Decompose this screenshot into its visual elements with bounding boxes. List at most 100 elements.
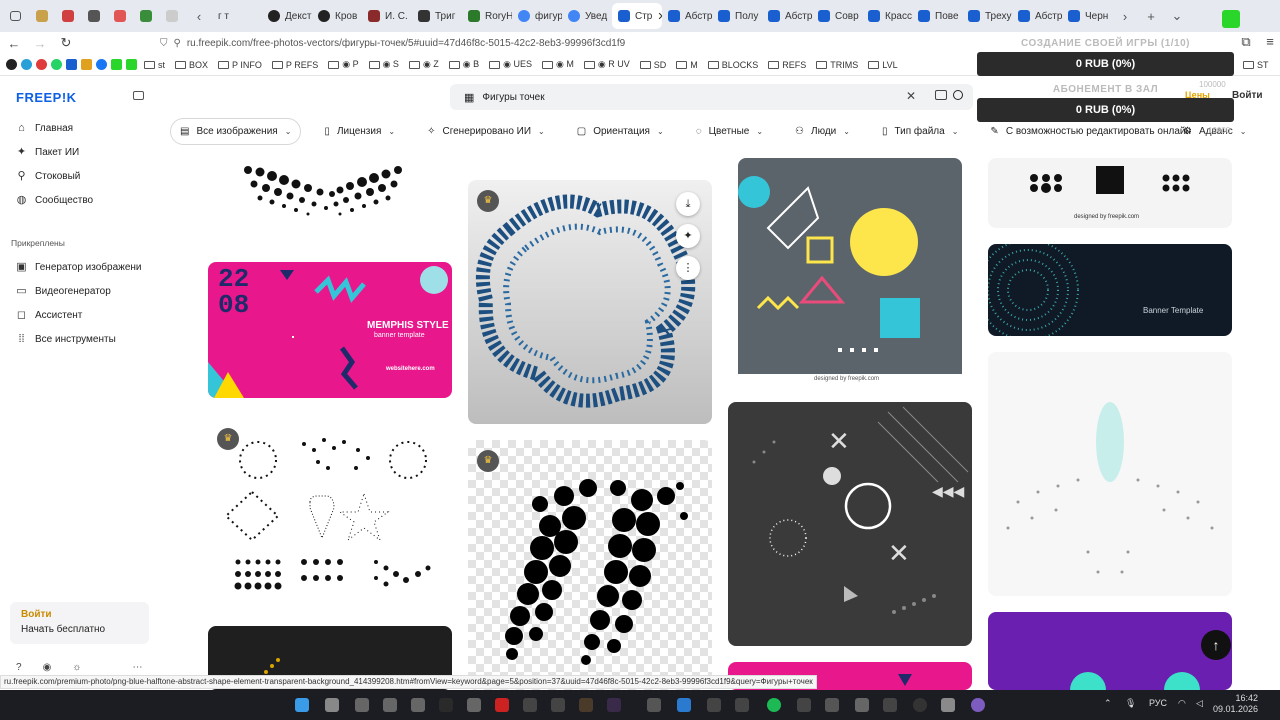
app-icon[interactable] <box>825 698 839 712</box>
image-card-dark-geometric[interactable]: ✕ ✕ ◀◀◀ <box>728 402 972 646</box>
sidebar-toggle-icon[interactable] <box>133 91 144 100</box>
bookmark-icon[interactable] <box>81 59 92 70</box>
tab-13[interactable]: Увед <box>562 3 612 29</box>
image-card-blue-halftone[interactable]: ♛ ⤓ ✦ ⋮ <box>468 180 712 424</box>
scroll-to-top-button[interactable]: ↑ <box>1201 630 1231 660</box>
volume-icon[interactable]: ◁ <box>1196 698 1203 709</box>
tool-assistant[interactable]: ◻ Ассистент <box>16 310 82 322</box>
tab-16[interactable]: Полу <box>712 3 762 29</box>
bookmark-icon[interactable] <box>66 59 77 70</box>
app-icon[interactable] <box>355 698 369 712</box>
filter-orientation[interactable]: ▢ Ориентация ⌄ <box>568 118 673 145</box>
browser-icon[interactable] <box>647 698 661 712</box>
tray-expand-icon[interactable]: ⌃ <box>1104 698 1112 709</box>
freepik-logo[interactable]: FREEP!K <box>16 90 77 105</box>
bookmark-st[interactable]: st <box>141 60 168 70</box>
kick-icon[interactable] <box>126 59 137 70</box>
menu-icon[interactable]: ≡ <box>1258 34 1280 49</box>
tab-list-button[interactable] <box>4 3 30 29</box>
tab-20[interactable]: Пове <box>912 3 962 29</box>
tab-15[interactable]: Абстр <box>662 3 712 29</box>
app-icon[interactable] <box>551 698 565 712</box>
bookmark-sd[interactable]: SD <box>637 60 670 70</box>
image-card-teal-banner[interactable]: Banner Template <box>988 244 1232 336</box>
settings-icon[interactable] <box>941 698 955 712</box>
bookmark-box[interactable]: BOX <box>172 60 211 70</box>
bookmark-icon[interactable] <box>36 59 47 70</box>
mic-tray-icon[interactable]: 🎙 <box>1125 698 1136 709</box>
bookmark-icon[interactable] <box>96 59 107 70</box>
bookmark-p-info[interactable]: P INFO <box>215 60 265 70</box>
spotify-icon[interactable] <box>767 698 781 712</box>
bookmark-z[interactable]: ◉ Z <box>406 59 442 70</box>
more-options-button[interactable]: ⋮ <box>676 256 700 280</box>
filter-license[interactable]: ▯ Лицензия ⌄ <box>315 118 404 145</box>
bookmark-lvl[interactable]: LVL <box>865 60 900 70</box>
tab-19[interactable]: Красс <box>862 3 912 29</box>
nav-ai-suite[interactable]: ✦ Пакет ИИ <box>16 147 79 159</box>
ai-edit-button[interactable]: ✦ <box>676 224 700 248</box>
bookmark-m2[interactable]: M <box>673 60 701 70</box>
image-card-memphis[interactable]: 22 08 MEMPHIS STYLE banner template webs… <box>208 262 452 398</box>
app-icon[interactable] <box>383 698 397 712</box>
forward-button[interactable]: → <box>28 36 52 51</box>
filter-people[interactable]: ⚇ Люди ⌄ <box>786 118 859 145</box>
clock[interactable]: 16:42 09.01.2026 <box>1213 693 1258 715</box>
tab-7[interactable]: Декст <box>262 3 312 29</box>
more-icon[interactable]: ⋯ <box>132 662 142 673</box>
filter-ai-generated[interactable]: ✧ Сгенерировано ИИ ⌄ <box>418 118 554 145</box>
back-button[interactable]: ← <box>2 36 26 51</box>
app-icon[interactable] <box>579 698 593 712</box>
app-icon[interactable] <box>707 698 721 712</box>
app-icon[interactable] <box>439 698 453 712</box>
filter-all-images[interactable]: ▤ Все изображения ⌄ <box>170 118 302 145</box>
tab-6[interactable]: ᴦ т <box>212 3 262 29</box>
app-icon[interactable] <box>855 698 869 712</box>
language-indicator[interactable]: РУС <box>1149 698 1167 708</box>
tab-21[interactable]: Треху <box>962 3 1012 29</box>
start-icon[interactable] <box>295 698 309 712</box>
search-icon[interactable] <box>953 90 963 100</box>
tab-23[interactable]: Черн <box>1062 3 1112 29</box>
tool-image-generator[interactable]: ▣ Генератор изображени <box>16 262 141 274</box>
login-link[interactable]: Войти <box>21 609 138 620</box>
bookmark-r-uv[interactable]: ◉ R UV <box>581 59 633 70</box>
tab-9[interactable]: И. С. <box>362 3 412 29</box>
nav-home[interactable]: ⌂ Главная <box>16 123 73 135</box>
app-icon[interactable] <box>735 698 749 712</box>
filter-color[interactable]: ◌ Цветные ⌄ <box>687 118 772 145</box>
bookmark-ues[interactable]: ◉ UES <box>486 59 535 70</box>
image-card-halftone-squares[interactable]: designed by freepik.com <box>988 158 1232 228</box>
address-bar[interactable]: ⛉ ⚲ ru.freepik.com/free-photos-vectors/ф… <box>160 34 970 52</box>
app-icon[interactable] <box>607 698 621 712</box>
extensions-icon[interactable]: ⧉ <box>1234 34 1258 50</box>
wifi-icon[interactable]: ◠ <box>1178 698 1186 709</box>
tool-all-tools[interactable]: ⁞⁞ Все инструменты <box>16 334 115 346</box>
tab-scroll-left-button[interactable]: ‹ <box>186 9 212 24</box>
image-card-purple-partial[interactable] <box>988 612 1232 690</box>
app-icon[interactable] <box>495 698 509 712</box>
clear-search-icon[interactable]: ✕ <box>906 89 916 103</box>
search-input[interactable]: Фигуры точек <box>482 92 544 103</box>
tab-12[interactable]: фигур <box>512 3 562 29</box>
bookmark-trims[interactable]: TRIMS <box>813 60 861 70</box>
tab-1[interactable] <box>56 3 82 29</box>
tab-22[interactable]: Абстр <box>1012 3 1062 29</box>
start-free-link[interactable]: Начать бесплатно <box>21 624 138 635</box>
obs-icon[interactable] <box>913 698 927 712</box>
tab-3[interactable] <box>108 3 134 29</box>
bookmark-p[interactable]: ◉ P <box>325 59 361 70</box>
image-card-memphis-grey[interactable]: designed by freepik.com <box>738 158 962 390</box>
kick-icon[interactable] <box>111 59 122 70</box>
image-card-black-dots[interactable]: ♛ <box>468 440 712 690</box>
bookmark-blocks[interactable]: BLOCKS <box>705 60 762 70</box>
search-bar[interactable]: ▦ Фигуры точек ✕ <box>450 84 973 110</box>
filter-file-type[interactable]: ▯ Тип файла ⌄ <box>873 118 967 145</box>
search-type-icon[interactable]: ▦ <box>464 91 474 104</box>
bookmark-b[interactable]: ◉ B <box>446 59 482 70</box>
image-card-dotted-shapes[interactable]: ♛ <box>208 418 452 598</box>
tab-0[interactable] <box>30 3 56 29</box>
tab-4[interactable] <box>134 3 160 29</box>
tab-10[interactable]: Триг <box>412 3 462 29</box>
tab-11[interactable]: RoryH <box>462 3 512 29</box>
